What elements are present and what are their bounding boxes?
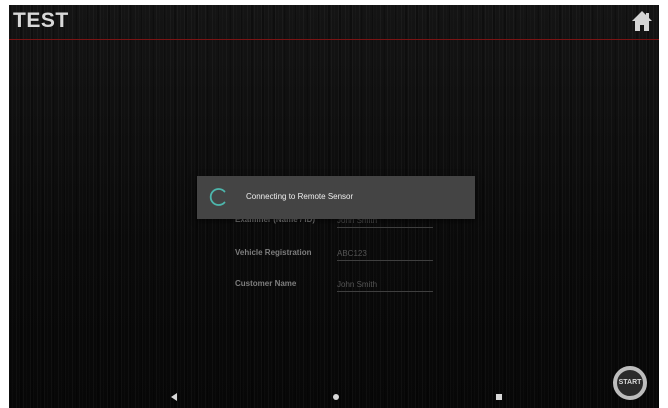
back-triangle-icon[interactable] (171, 393, 177, 401)
system-nav-bar (9, 387, 659, 408)
dialog-message: Connecting to Remote Sensor (246, 192, 354, 201)
vehicle-registration-field[interactable] (337, 246, 433, 261)
vehicle-registration-row: Vehicle Registration (235, 246, 455, 266)
recent-square-icon[interactable] (496, 394, 502, 400)
start-button[interactable]: START (613, 366, 647, 400)
home-icon (632, 11, 652, 31)
spinner-icon (209, 188, 226, 206)
customer-name-field[interactable] (337, 277, 433, 292)
home-button[interactable] (631, 10, 653, 32)
customer-name-row: Customer Name (235, 277, 455, 297)
vehicle-registration-label: Vehicle Registration (235, 248, 312, 257)
progress-dialog: Connecting to Remote Sensor (197, 176, 475, 219)
app-bar-divider (9, 39, 659, 40)
app-screen: TEST Examiner (Name / ID) Vehicle Regist… (9, 5, 659, 408)
customer-name-label: Customer Name (235, 279, 297, 288)
app-title: TEST (13, 9, 69, 32)
home-circle-icon[interactable] (333, 394, 339, 400)
app-bar: TEST (9, 5, 659, 39)
